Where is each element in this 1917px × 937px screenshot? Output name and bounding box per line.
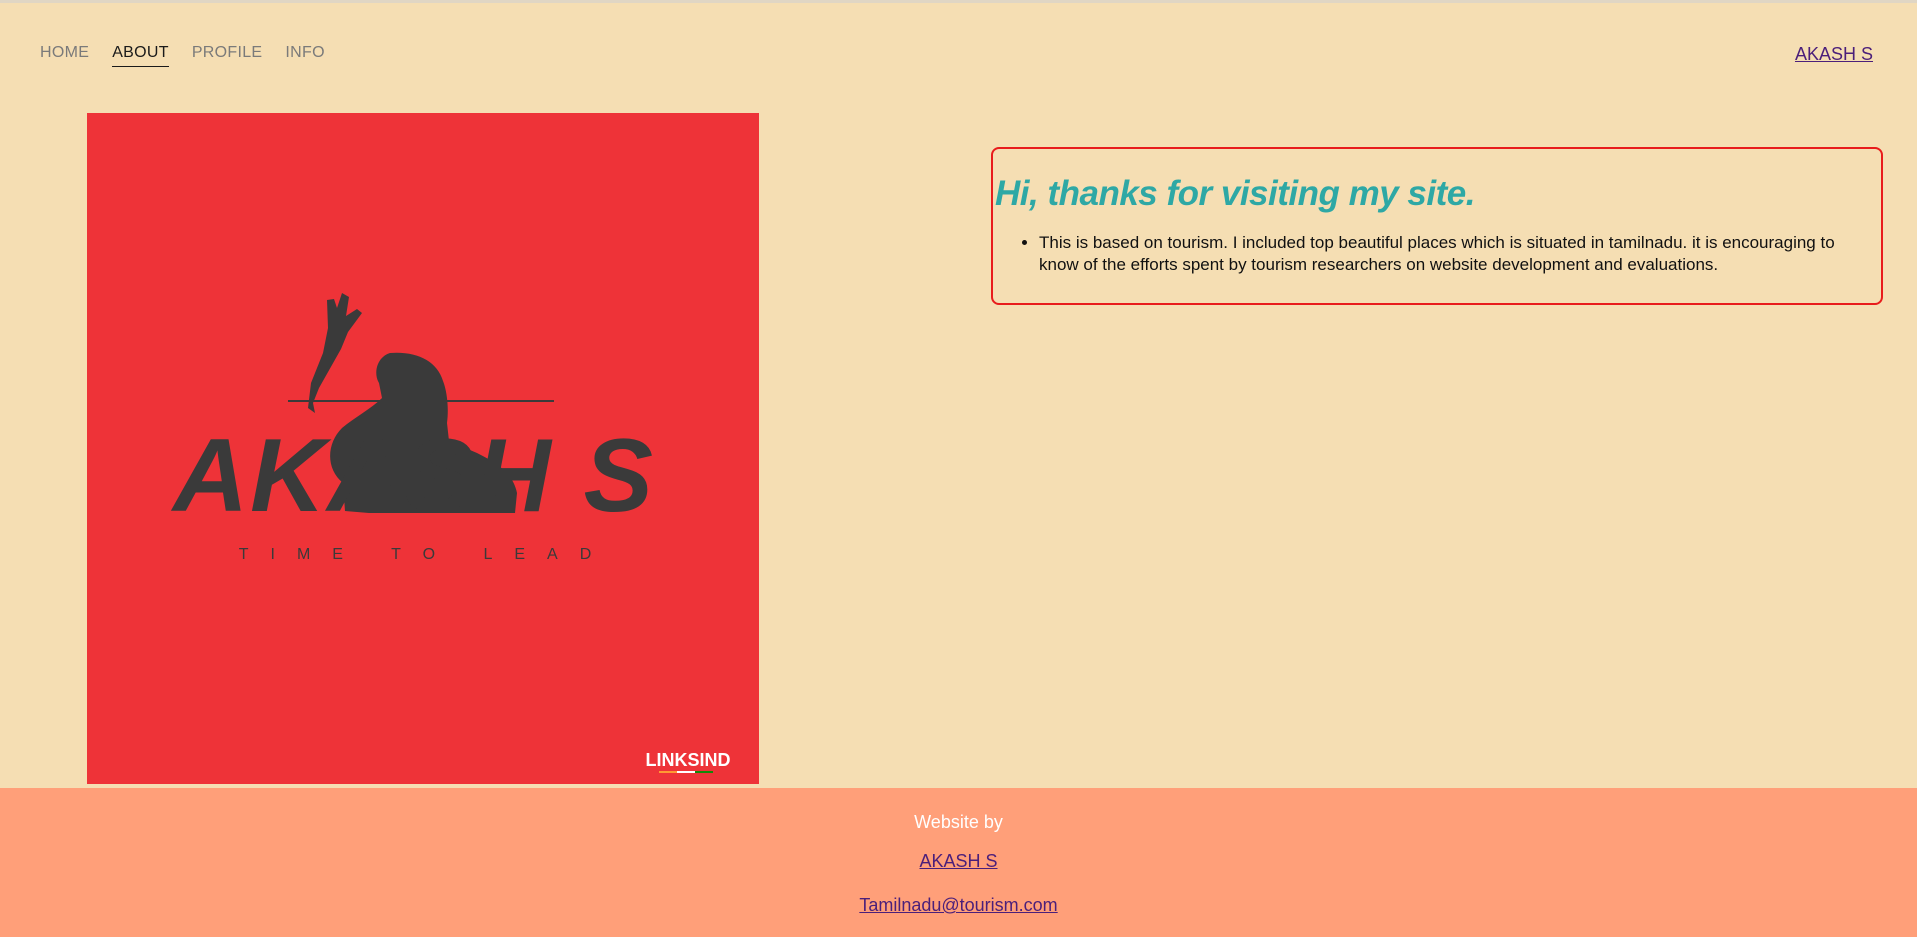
intro-list: This is based on tourism. I included top… <box>1039 232 1881 276</box>
main-nav: HOME ABOUT PROFILE INFO <box>40 44 325 67</box>
brand-link[interactable]: AKASH S <box>1795 44 1873 65</box>
site-header: HOME ABOUT PROFILE INFO AKASH S <box>0 0 1917 100</box>
akash-logo-graphic: AKASH S TIME TO LEAD LINKSIND <box>87 113 759 784</box>
footer-credit: Website by <box>914 812 1003 832</box>
footer-name-link[interactable]: AKASH S <box>919 851 997 871</box>
footer-email-link[interactable]: Tamilnadu@tourism.com <box>859 895 1057 915</box>
intro-bullet: This is based on tourism. I included top… <box>1039 232 1881 276</box>
nav-home-link[interactable]: HOME <box>40 44 89 67</box>
watermark-stripe-saffron <box>659 771 677 773</box>
watermark-stripe-white <box>677 771 695 773</box>
site-footer: Website by AKASH S Tamilnadu@tourism.com <box>0 788 1917 937</box>
logo-underline <box>288 400 554 402</box>
nav-info-link[interactable]: INFO <box>285 44 324 67</box>
watermark-stripe-green <box>695 771 713 773</box>
logo-wordmark: AKASH S <box>170 418 655 534</box>
intro-title: Hi, thanks for visiting my site. <box>995 174 1475 213</box>
intro-box: Hi, thanks for visiting my site. This is… <box>991 147 1883 305</box>
linksind-watermark: LINKSIND <box>646 750 731 770</box>
hero-logo-image: AKASH S TIME TO LEAD LINKSIND <box>87 113 759 784</box>
logo-tagline: TIME TO LEAD <box>239 546 614 563</box>
nav-about-link[interactable]: ABOUT <box>112 44 169 67</box>
nav-profile-link[interactable]: PROFILE <box>192 44 263 67</box>
